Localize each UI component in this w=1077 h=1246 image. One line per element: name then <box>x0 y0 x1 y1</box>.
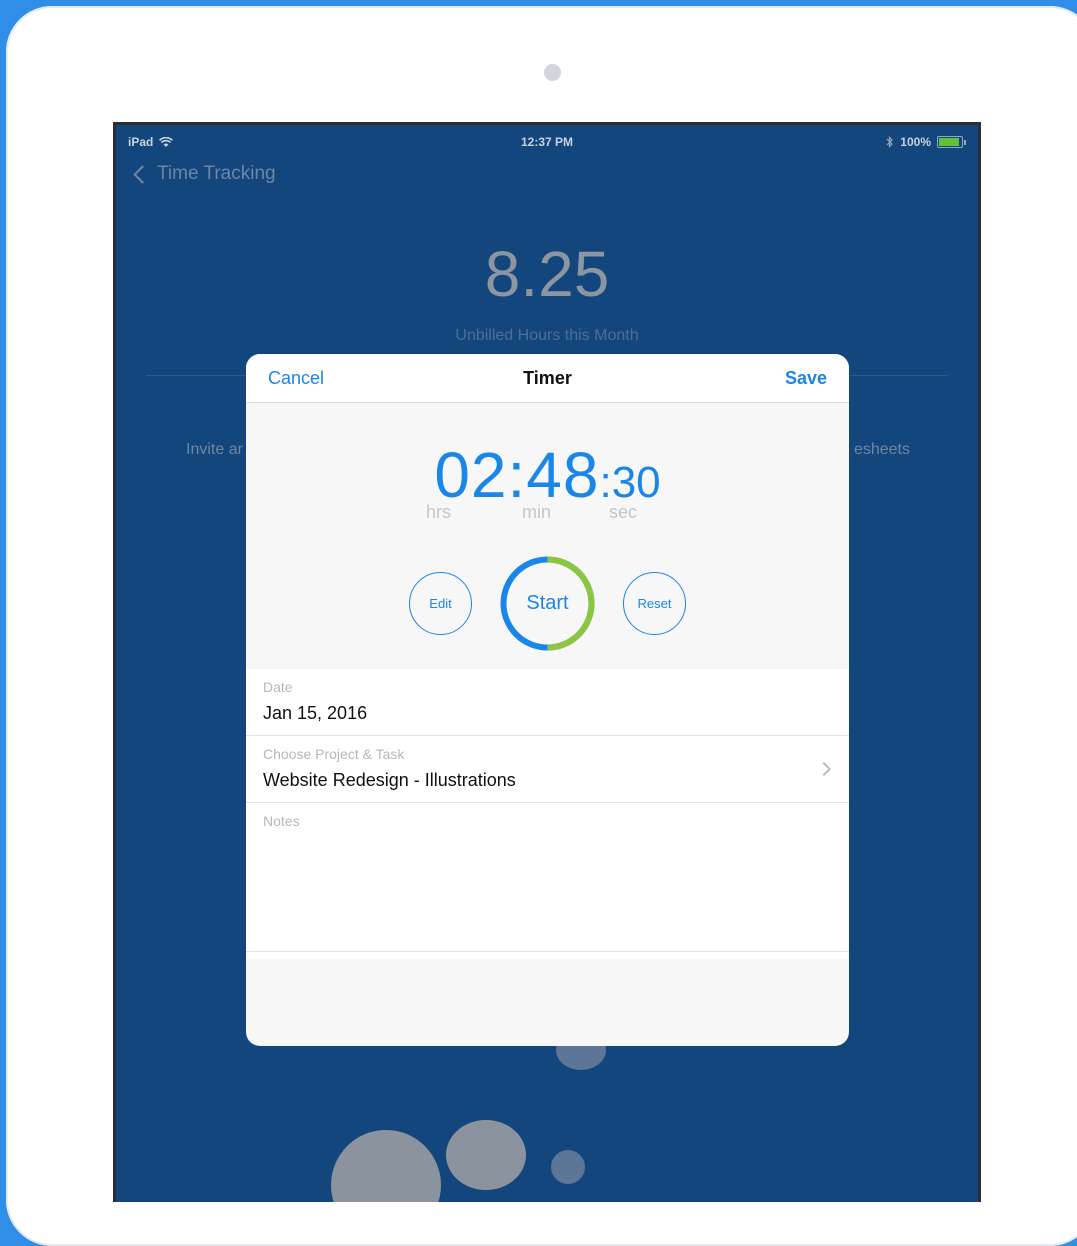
modal-title: Timer <box>523 368 572 388</box>
unbilled-hours-value: 8.25 <box>484 238 610 310</box>
project-task-field[interactable]: Choose Project & Task Website Redesign -… <box>246 736 849 803</box>
bluetooth-icon <box>886 136 894 148</box>
reset-label: Reset <box>637 596 672 611</box>
status-bar: iPad 12:37 PM 100% <box>116 125 978 159</box>
unbilled-hours-label: Unbilled Hours this Month <box>455 327 639 344</box>
min-label: min <box>522 502 552 522</box>
timer-seconds: :30 <box>599 458 661 507</box>
battery-percent: 100% <box>900 135 931 149</box>
back-button[interactable]: Time Tracking <box>130 163 276 185</box>
mascot-body <box>331 1130 441 1202</box>
notes-label: Notes <box>263 813 300 829</box>
back-label: Time Tracking <box>157 163 276 184</box>
project-task-value: Website Redesign - Illustrations <box>263 770 516 790</box>
date-label: Date <box>263 679 293 695</box>
start-label: Start <box>526 592 569 614</box>
project-task-label: Choose Project & Task <box>263 746 405 762</box>
mascot-small <box>551 1150 585 1184</box>
hrs-label: hrs <box>426 502 452 522</box>
date-value: Jan 15, 2016 <box>263 703 368 723</box>
form-fields: Date Jan 15, 2016 Choose Project & Task … <box>246 669 849 959</box>
modal-header: Cancel Timer Save <box>246 354 849 403</box>
invite-text[interactable]: Invite ar <box>186 441 243 459</box>
date-field[interactable]: Date Jan 15, 2016 <box>246 669 849 736</box>
camera-dot <box>544 64 561 81</box>
timer-hours-minutes: 02:48 <box>434 439 600 511</box>
edit-button[interactable]: Edit <box>409 572 472 635</box>
timer-modal: Cancel Timer Save 02:48:30 hrs min sec E… <box>246 354 849 1046</box>
notes-field[interactable]: Notes <box>246 803 849 952</box>
status-right: 100% <box>886 135 966 149</box>
chevron-right-icon <box>816 761 832 777</box>
reset-button[interactable]: Reset <box>623 572 686 635</box>
edit-label: Edit <box>429 596 452 611</box>
timesheets-text[interactable]: esheets <box>854 441 910 459</box>
battery-nub <box>964 139 966 145</box>
sec-label: sec <box>609 502 638 522</box>
start-button[interactable]: Start <box>499 555 596 652</box>
status-time: 12:37 PM <box>520 135 574 149</box>
chevron-left-icon <box>133 164 152 184</box>
timer-display: 02:48:30 <box>246 438 849 512</box>
save-button[interactable]: Save <box>785 368 827 389</box>
mascot-head <box>446 1120 526 1190</box>
battery-icon <box>937 136 963 148</box>
